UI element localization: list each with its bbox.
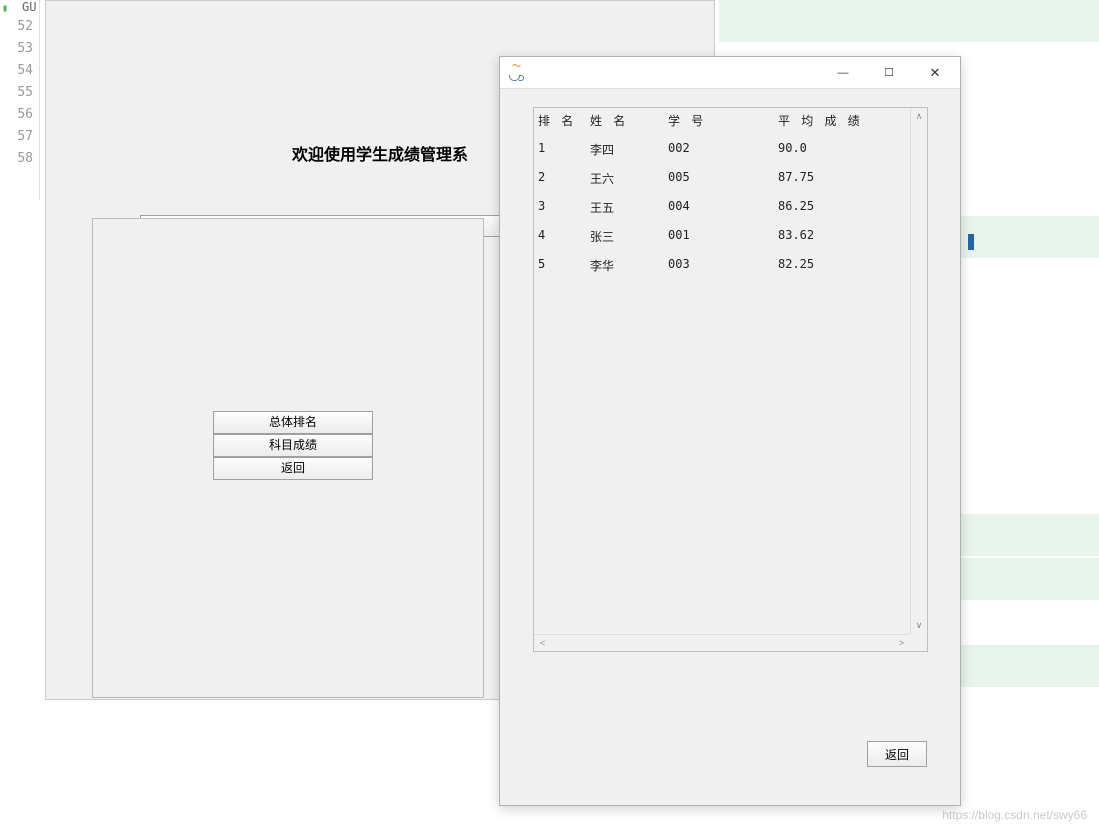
line-number: 57 [0,126,33,148]
cell-id: 002 [668,141,778,158]
horizontal-scrollbar[interactable]: < > [534,634,910,651]
vertical-scrollbar[interactable]: ∧ ∨ [910,108,927,634]
gutter-label: GU [22,0,36,14]
editor-gutter: ▮ GU 52 53 54 55 56 57 58 [0,0,40,200]
java-icon: 〜 [508,62,524,84]
menu-window: 总体排名 科目成绩 返回 [92,218,484,698]
cell-rank: 4 [538,228,590,245]
scroll-left-icon[interactable]: < [534,635,551,652]
line-number: 55 [0,82,33,104]
ranking-dialog: 〜 — ☐ ✕ 排 名 姓 名 学 号 平 均 成 绩 1李四00290.02王… [499,56,961,806]
ranking-table: 排 名 姓 名 学 号 平 均 成 绩 1李四00290.02王六00587.7… [534,108,910,634]
cell-rank: 1 [538,141,590,158]
cell-name: 张三 [590,228,668,245]
scroll-pane: 排 名 姓 名 学 号 平 均 成 绩 1李四00290.02王六00587.7… [533,107,928,652]
cell-avg: 83.62 [778,228,902,245]
line-number: 52 [0,16,33,38]
scroll-right-icon[interactable]: > [893,635,910,652]
close-button[interactable]: ✕ [912,58,958,88]
cell-name: 王六 [590,170,668,187]
back-button[interactable]: 返回 [213,457,373,480]
cell-rank: 2 [538,170,590,187]
dialog-titlebar[interactable]: 〜 — ☐ ✕ [500,57,960,89]
cell-avg: 86.25 [778,199,902,216]
header-id: 学 号 [668,112,778,129]
scroll-down-icon[interactable]: ∨ [911,617,927,634]
minimize-button[interactable]: — [820,58,866,88]
table-header: 排 名 姓 名 学 号 平 均 成 绩 [534,108,910,135]
cell-name: 李华 [590,257,668,274]
run-gutter-icon: ▮ [2,3,8,14]
edge-marker [968,234,974,250]
cell-id: 003 [668,257,778,274]
maximize-button[interactable]: ☐ [866,58,912,88]
table-row: 5李华00382.25 [534,251,910,280]
cell-rank: 3 [538,199,590,216]
cell-name: 李四 [590,141,668,158]
header-rank: 排 名 [538,112,590,129]
cell-rank: 5 [538,257,590,274]
watermark: https://blog.csdn.net/swy66 [942,808,1087,822]
table-row: 1李四00290.0 [534,135,910,164]
subject-grade-button[interactable]: 科目成绩 [213,434,373,457]
scroll-up-icon[interactable]: ∧ [911,108,927,125]
overall-ranking-button[interactable]: 总体排名 [213,411,373,434]
cell-id: 001 [668,228,778,245]
scroll-corner [910,634,927,651]
cell-id: 005 [668,170,778,187]
line-number: 53 [0,38,33,60]
table-row: 3王五00486.25 [534,193,910,222]
cell-name: 王五 [590,199,668,216]
cell-avg: 82.25 [778,257,902,274]
dialog-back-button[interactable]: 返回 [867,741,927,767]
cell-avg: 90.0 [778,141,902,158]
header-name: 姓 名 [590,112,668,129]
cell-avg: 87.75 [778,170,902,187]
line-number: 54 [0,60,33,82]
line-number: 56 [0,104,33,126]
table-row: 2王六00587.75 [534,164,910,193]
header-avg: 平 均 成 绩 [778,112,902,129]
table-row: 4张三00183.62 [534,222,910,251]
line-number: 58 [0,148,33,170]
cell-id: 004 [668,199,778,216]
